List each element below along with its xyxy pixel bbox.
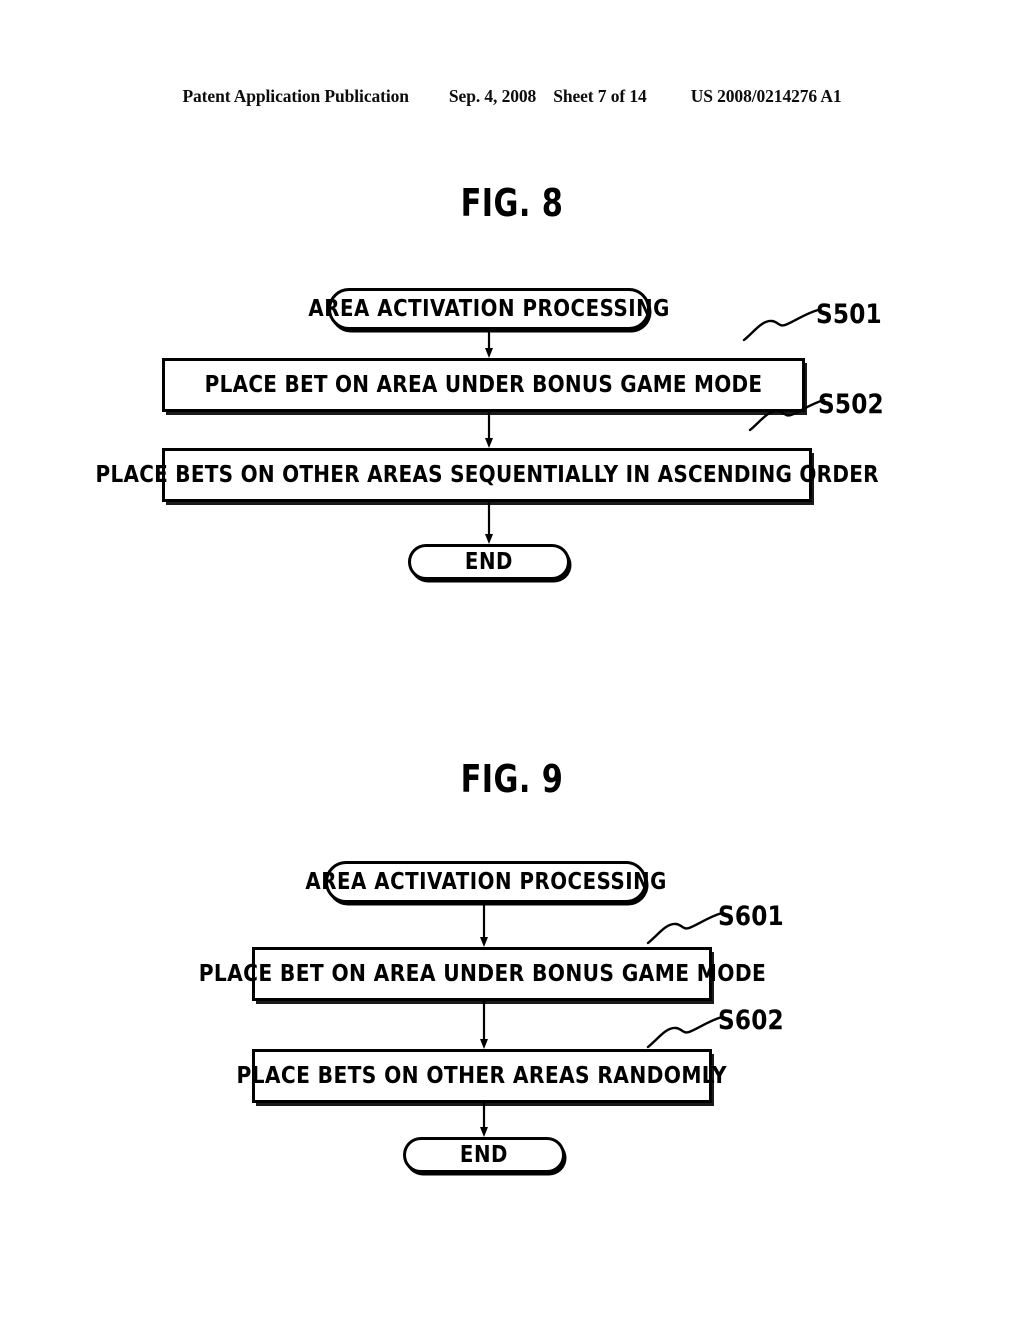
fig8-step1-label: PLACE BET ON AREA UNDER BONUS GAME MODE: [204, 372, 763, 398]
flowchart-fig9: AREA ACTIVATION PROCESSING S601 PLACE BE…: [0, 845, 1024, 1180]
fig9-ref2-label: S602: [718, 1005, 784, 1036]
fig8-step2-box: PLACE BETS ON OTHER AREAS SEQUENTIALLY I…: [95, 448, 878, 502]
fig9-start-label: AREA ACTIVATION PROCESSING: [305, 869, 667, 895]
header-sheet: Sheet 7 of 14: [553, 86, 647, 106]
fig8-start-label: AREA ACTIVATION PROCESSING: [308, 296, 670, 322]
fig8-connector-step1-step2: [482, 412, 496, 448]
header-doc-number: US 2008/0214276 A1: [690, 86, 842, 106]
flowchart-fig8: AREA ACTIVATION PROCESSING S501 PLACE BE…: [0, 270, 1024, 600]
fig9-connector-start-step1: [477, 903, 491, 947]
fig9-step1-label: PLACE BET ON AREA UNDER BONUS GAME MODE: [198, 961, 766, 987]
fig9-start-node: AREA ACTIVATION PROCESSING: [305, 861, 666, 903]
fig9-end-node: END: [403, 1137, 565, 1173]
figure-title-8: FIG. 8: [460, 181, 564, 225]
page-header: Patent Application Publication Sep. 4, 2…: [0, 86, 1024, 112]
fig8-ref2-leader: [748, 398, 828, 432]
fig9-end-label: END: [459, 1142, 509, 1168]
header-date: Sep. 4, 2008: [448, 86, 537, 106]
header-publication: Patent Application Publication: [182, 86, 409, 106]
fig9-step2-label: PLACE BETS ON OTHER AREAS RANDOMLY: [236, 1063, 728, 1089]
fig8-connector-start-step1: [482, 330, 496, 358]
fig9-step1-box: PLACE BET ON AREA UNDER BONUS GAME MODE: [198, 947, 765, 1001]
fig9-ref2-leader: [646, 1015, 726, 1049]
fig9-step2-box: PLACE BETS ON OTHER AREAS RANDOMLY: [237, 1049, 727, 1103]
fig8-start-node: AREA ACTIVATION PROCESSING: [308, 288, 669, 330]
fig9-connector-step2-end: [477, 1103, 491, 1137]
figure-title-9: FIG. 9: [460, 757, 564, 801]
fig8-ref1-leader: [742, 308, 822, 342]
fig8-end-node: END: [408, 544, 570, 580]
fig8-connector-step2-end: [482, 502, 496, 544]
fig8-step2-label: PLACE BETS ON OTHER AREAS SEQUENTIALLY I…: [95, 462, 879, 488]
fig9-ref1-leader: [646, 911, 726, 945]
fig8-ref1-label: S501: [816, 299, 882, 330]
fig9-ref1-label: S601: [718, 901, 784, 932]
fig9-connector-step1-step2: [477, 1001, 491, 1049]
fig8-step1-box: PLACE BET ON AREA UNDER BONUS GAME MODE: [162, 358, 805, 412]
fig8-end-label: END: [464, 549, 514, 575]
fig8-ref2-label: S502: [818, 389, 884, 420]
